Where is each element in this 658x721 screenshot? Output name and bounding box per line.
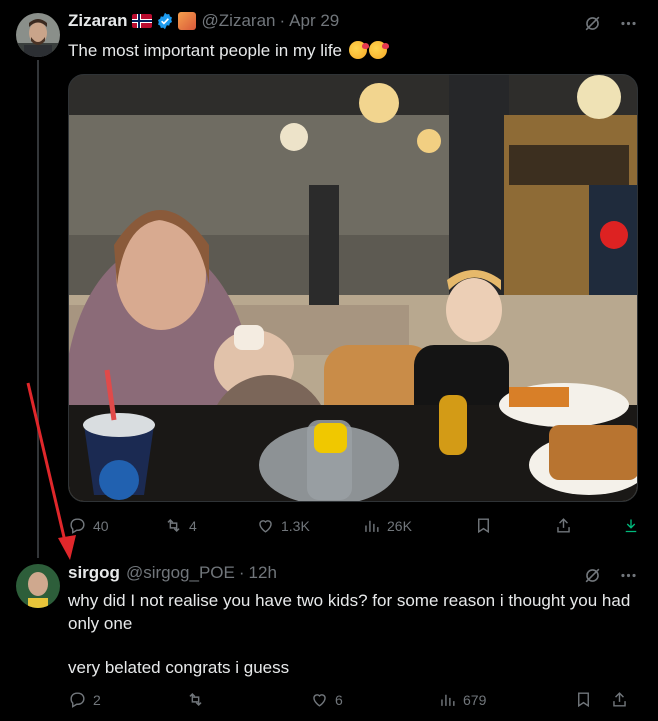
heart-icon (259, 520, 272, 533)
reply-icon (70, 518, 85, 534)
heart-icon (313, 694, 326, 707)
views-button[interactable]: 26K (362, 516, 474, 535)
avatar[interactable] (16, 13, 60, 57)
smiling-face-with-hearts-icon (368, 41, 389, 59)
verified-icon[interactable] (156, 12, 174, 30)
views-count: 679 (463, 691, 487, 708)
download-icon (625, 519, 637, 533)
views-count: 26K (387, 517, 412, 534)
tweet-text: The most important people in my life (68, 39, 389, 62)
badge-icon[interactable] (177, 12, 196, 30)
repost-icon (189, 692, 202, 707)
separator: · (279, 11, 286, 30)
reply-author-handle[interactable]: @sirgog_POE (126, 563, 235, 583)
grok-icon[interactable] (582, 13, 602, 33)
share-button[interactable] (554, 516, 622, 535)
norway-flag-icon (131, 14, 152, 28)
smiling-face-with-hearts-icon (348, 41, 369, 59)
more-icon[interactable] (618, 13, 638, 33)
reply-count: 2 (93, 691, 101, 708)
repost-count: 4 (189, 517, 197, 534)
like-count: 6 (335, 691, 343, 708)
like-count: 1.3K (281, 517, 310, 534)
share-button[interactable] (610, 690, 634, 709)
views-button[interactable]: 679 (438, 690, 574, 709)
reply-button[interactable]: 40 (68, 516, 164, 535)
views-icon (441, 694, 455, 706)
repost-button[interactable] (186, 690, 310, 709)
reply-text: why did I not realise you have two kids?… (68, 589, 638, 679)
like-button[interactable]: 6 (310, 690, 438, 709)
download-button[interactable] (622, 516, 640, 535)
share-icon (557, 518, 570, 533)
author-handle[interactable]: @Zizaran (202, 11, 276, 31)
reply-actions: 2 6 679 (68, 690, 640, 709)
tweet-photo[interactable] (68, 74, 638, 502)
author-name[interactable]: Zizaran (68, 11, 128, 31)
reply-count: 40 (93, 517, 109, 534)
reply-top-icons (582, 565, 638, 585)
reply-time[interactable]: 12h (249, 563, 277, 583)
grok-icon[interactable] (582, 565, 602, 585)
tweet-header: Zizaran @Zizaran · Apr 29 (68, 11, 339, 31)
bookmark-icon (578, 692, 589, 708)
bookmark-button[interactable] (474, 516, 554, 535)
views-icon (365, 520, 379, 532)
repost-button[interactable]: 4 (164, 516, 256, 535)
bookmark-icon (478, 518, 489, 534)
repost-icon (167, 518, 180, 533)
tweet-body: The most important people in my life (68, 41, 343, 60)
tweet-top-icons (582, 13, 638, 33)
tweet-date[interactable]: Apr 29 (289, 11, 339, 31)
share-icon (613, 692, 626, 707)
reply-line-2: very belated congrats i guess (68, 658, 290, 677)
bookmark-button[interactable] (574, 690, 610, 709)
reply-author-name[interactable]: sirgog (68, 563, 120, 583)
reply-line-1: why did I not realise you have two kids?… (68, 591, 631, 633)
reply-button[interactable]: 2 (68, 690, 186, 709)
more-icon[interactable] (618, 565, 638, 585)
main-tweet[interactable]: Zizaran @Zizaran · Apr 29 The most impor… (0, 0, 658, 560)
separator: · (238, 563, 245, 582)
like-button[interactable]: 1.3K (256, 516, 362, 535)
avatar[interactable] (16, 564, 60, 608)
reply-icon (70, 692, 85, 708)
tweet-actions: 40 4 1.3K 26K (68, 516, 640, 535)
reply-header: sirgog @sirgog_POE · 12h (68, 563, 277, 583)
